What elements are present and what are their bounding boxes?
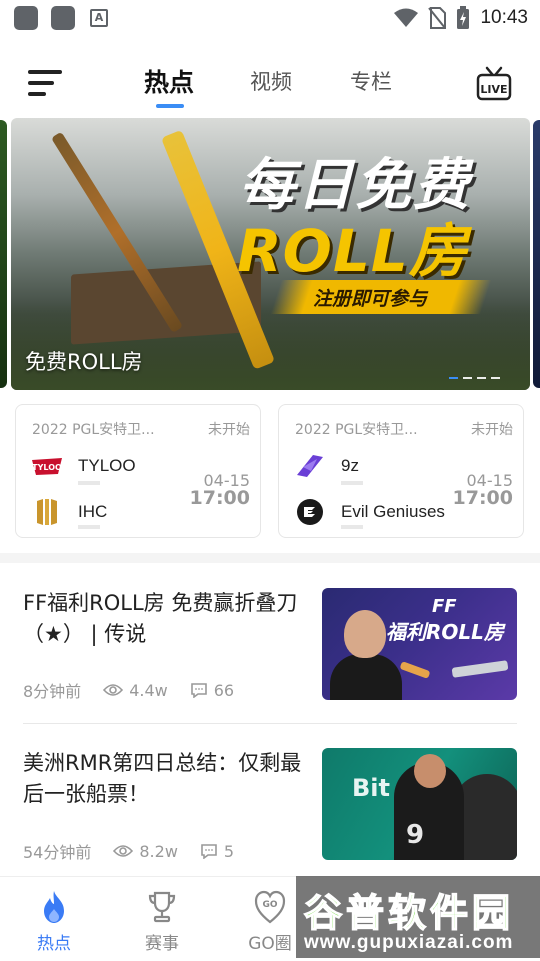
app-notification-icon	[51, 6, 75, 30]
news-divider	[23, 723, 517, 724]
match-status: 未开始	[471, 422, 513, 438]
wifi-icon	[394, 8, 419, 27]
trophy-icon	[148, 891, 176, 923]
match-team-row: 9z	[293, 449, 359, 483]
news-time: 8分钟前	[23, 682, 82, 701]
banner-subline: 注册即可参与	[313, 288, 428, 310]
eye-icon	[103, 684, 124, 696]
banner-headline-2: ROLL房	[237, 217, 468, 285]
live-icon[interactable]: LIVE	[476, 66, 512, 102]
team-name: 9z	[341, 456, 359, 475]
live-label: LIVE	[480, 83, 507, 96]
svg-text:TYLOO: TYLOO	[32, 463, 62, 472]
a-notification-icon: A	[90, 9, 108, 27]
bottom-nav-hot[interactable]: 热点	[0, 877, 108, 961]
battery-charging-icon	[457, 6, 470, 29]
banner-slide[interactable]: 每日免费 ROLL房 注册即可参与 免费ROLL房	[11, 118, 530, 390]
evil-geniuses-logo-icon	[293, 495, 327, 529]
match-team-row: IHC	[30, 495, 107, 529]
match-card[interactable]: 2022 PGL安特卫... 未开始 9z Evil Geniuses 04-1…	[278, 404, 524, 538]
news-title[interactable]: FF福利ROLL房 免费赢折叠刀（★） | 传说	[23, 588, 313, 650]
match-card[interactable]: 2022 PGL安特卫... 未开始 TYLOO TYLOO IHC 04-15…	[15, 404, 261, 538]
watermark-url: www.gupuxiazai.com	[304, 932, 514, 953]
bottom-nav-label: 赛事	[145, 934, 179, 954]
news-thumbnail[interactable]: Bit 9	[322, 748, 517, 860]
ihc-logo-icon	[30, 495, 64, 529]
news-meta: 8分钟前 4.4w 66	[23, 678, 256, 702]
match-time: 17:00	[452, 487, 513, 509]
9z-logo-icon	[293, 449, 327, 483]
match-time: 17:00	[189, 487, 250, 509]
section-divider	[0, 553, 540, 563]
team-name: IHC	[78, 502, 108, 521]
news-title[interactable]: 美洲RMR第四日总结：仅剩最后一张船票！	[23, 748, 313, 810]
thumbnail-text: 福利ROLL房	[386, 620, 504, 644]
match-team-row: TYLOO TYLOO	[30, 449, 136, 483]
thumbnail-text: Bit	[352, 774, 390, 802]
tab-active-indicator	[156, 104, 184, 108]
tab-column[interactable]: 专栏	[350, 66, 392, 96]
thumbnail-text: FF	[432, 596, 457, 617]
flame-icon	[44, 891, 64, 923]
banner-prev-peek[interactable]	[0, 120, 7, 388]
watermark-brand: 谷普软件园	[303, 890, 515, 936]
tyloo-logo-icon: TYLOO	[30, 449, 64, 483]
news-item[interactable]: 美洲RMR第四日总结：仅剩最后一张船票！ 54分钟前 8.2w 5 Bit 9	[0, 748, 540, 866]
news-meta: 54分钟前 8.2w 5	[23, 839, 256, 863]
team-name: TYLOO	[78, 456, 136, 475]
banner-carousel[interactable]: 每日免费 ROLL房 注册即可参与 免费ROLL房	[0, 118, 540, 390]
watermark: 谷普软件园 www.gupuxiazai.com	[296, 876, 540, 958]
carousel-dot	[491, 377, 500, 379]
menu-icon[interactable]	[28, 70, 62, 96]
news-comments: 66	[190, 681, 234, 700]
bottom-nav-label: 热点	[37, 934, 71, 954]
news-thumbnail[interactable]: FF 福利ROLL房	[322, 588, 517, 700]
carousel-dot	[477, 377, 486, 379]
svg-text:GO: GO	[262, 900, 277, 910]
app-notification-icon	[14, 6, 38, 30]
news-time: 54分钟前	[23, 843, 92, 862]
comment-icon	[201, 844, 217, 859]
match-status: 未开始	[208, 422, 250, 438]
match-league: 2022 PGL安特卫...	[32, 422, 155, 438]
thumbnail-text: 9	[406, 820, 425, 850]
comment-icon	[190, 683, 207, 698]
news-comments: 5	[200, 842, 234, 861]
carousel-dot	[463, 377, 472, 379]
match-league: 2022 PGL安特卫...	[295, 422, 418, 438]
banner-next-peek[interactable]	[533, 120, 540, 388]
news-item[interactable]: FF福利ROLL房 免费赢折叠刀（★） | 传说 8分钟前 4.4w 66 FF…	[0, 588, 540, 718]
bottom-nav-events[interactable]: 赛事	[108, 877, 216, 961]
clock: 10:43	[480, 7, 528, 28]
status-bar: A 10:43	[0, 0, 540, 36]
match-team-row: Evil Geniuses	[293, 495, 445, 529]
carousel-indicator	[449, 377, 500, 379]
eye-icon	[113, 845, 134, 857]
news-views: 8.2w	[113, 842, 178, 861]
tab-video[interactable]: 视频	[250, 66, 292, 96]
go-circle-icon: GO	[254, 890, 286, 924]
carousel-dot	[449, 377, 458, 379]
tab-hot[interactable]: 热点	[144, 63, 194, 99]
no-sim-icon	[428, 7, 447, 29]
top-nav: 热点 视频 专栏 LIVE	[0, 36, 540, 116]
banner-caption: 免费ROLL房	[25, 350, 143, 374]
news-views: 4.4w	[103, 681, 168, 700]
team-name: Evil Geniuses	[341, 502, 445, 521]
